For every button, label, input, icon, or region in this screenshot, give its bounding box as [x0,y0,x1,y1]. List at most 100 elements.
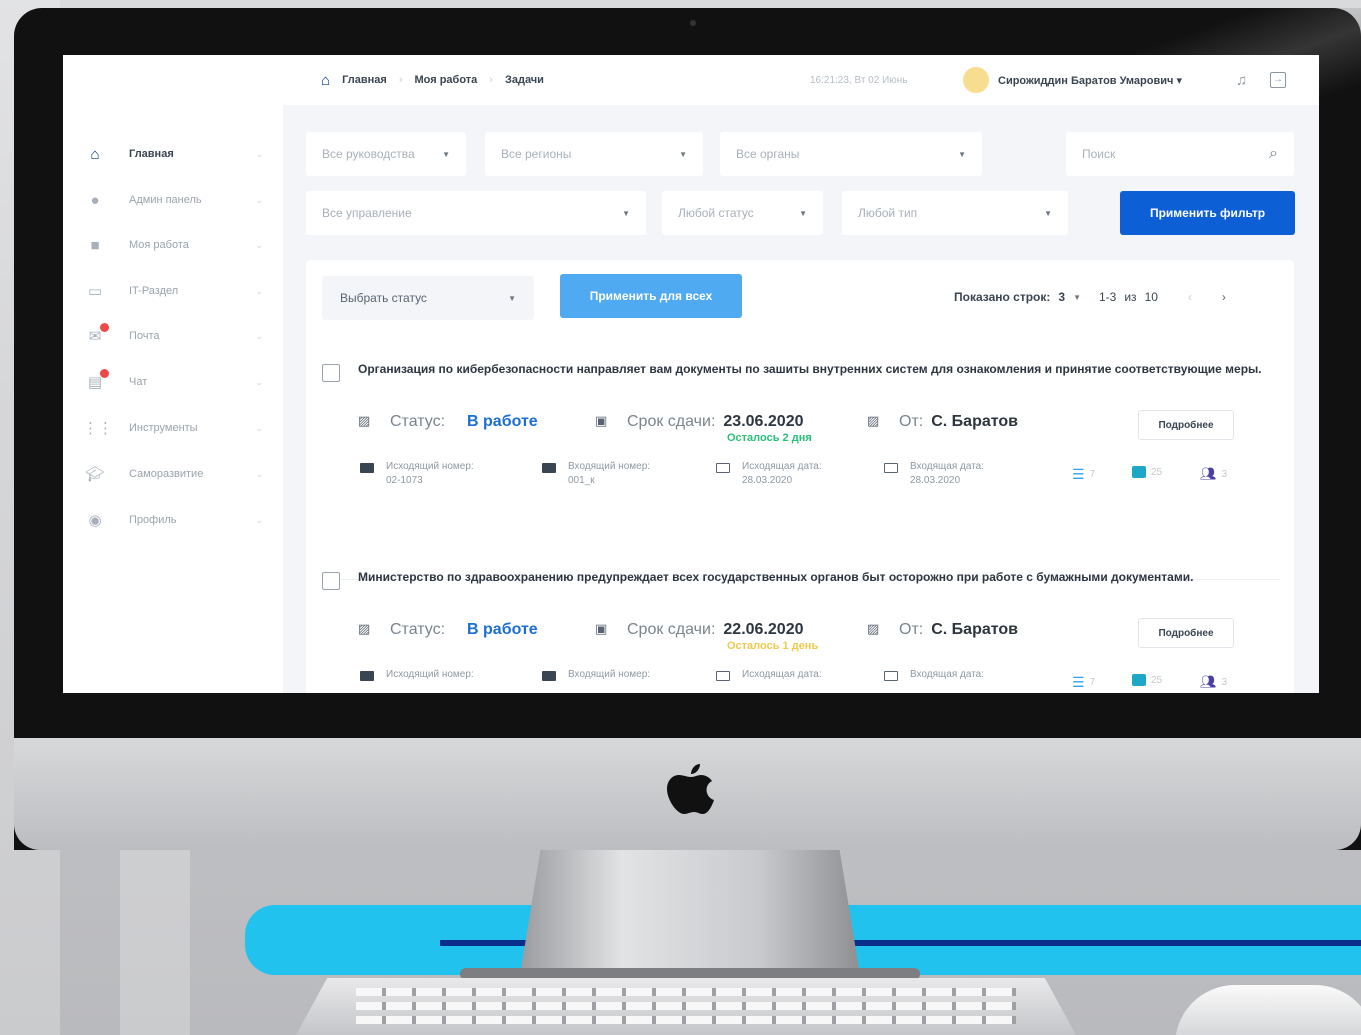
management-select[interactable]: Все управление ▼ [306,191,646,235]
incoming-number-label: Входящий номер: [568,461,651,472]
regions-select[interactable]: Все регионы ▼ [485,132,703,176]
calendar-icon [884,463,898,473]
status-value: В работе [467,621,538,638]
leadership-select-value: Все руководства [322,147,415,161]
from-value: С. Баратов [931,413,1018,430]
caret-down-icon: ▼ [958,149,966,159]
topbar: ⌂ Главная › Моя работа › Задачи 16:21:23… [283,55,1319,105]
chevron-down-icon: ⌄ [255,514,263,525]
document-icon [542,671,556,681]
type-select[interactable]: Любой тип ▼ [842,191,1068,235]
task-checkbox[interactable] [322,572,340,590]
subtasks-counter[interactable]: ☰ 7 [1072,674,1095,691]
monitor-stand [520,850,860,975]
home-icon[interactable]: ⌂ [321,72,330,89]
outgoing-number-label: Исходящий номер: [386,669,474,680]
management-select-value: Все управление [322,206,412,220]
task-title[interactable]: Министерство по здравоохранению предупре… [358,568,1273,586]
task-status: ▨ Статус: В работе [358,621,538,639]
rows-label: Показано строк: [954,290,1051,304]
sidebar-item-tools[interactable]: ⋮⋮ Инструменты ⌄ [83,413,263,443]
search-placeholder: Поиск [1082,147,1116,161]
sidebar-item-admin[interactable]: ● Админ панель ⌄ [83,185,263,215]
task-from: ▨ От: С. Баратов [867,621,1018,639]
outgoing-number-label: Исходящий номер: [386,461,474,472]
keyboard [296,978,1076,1035]
calendar-icon [716,671,730,681]
caret-down-icon[interactable]: ▼ [1073,293,1081,302]
sidebar-item-chat[interactable]: ▤ Чат ⌄ [83,367,263,397]
incoming-number: Входящий номер: [542,668,650,682]
mouse [1175,985,1361,1035]
user-name: Сирожиддин Баратов Умарович [998,74,1174,87]
status-label: Статус: [390,413,446,430]
sidebar-item-label: Главная [129,148,174,160]
sidebar-item-label: Админ панель [129,194,202,206]
document-icon [542,463,556,473]
document-icon [360,671,374,681]
sidebar-item-my-work[interactable]: ■ Моя работа ⌄ [83,230,263,260]
apply-filter-button[interactable]: Применить фильтр [1120,191,1295,235]
sidebar-item-it[interactable]: ▭ IT-Раздел ⌄ [83,276,263,306]
caret-down-icon: ▼ [508,293,516,303]
status-filter-select[interactable]: Любой статус ▼ [662,191,823,235]
organs-select[interactable]: Все органы ▼ [720,132,982,176]
apply-all-button[interactable]: Применить для всех [560,274,742,318]
caret-down-icon: ▼ [1044,208,1052,218]
task-item: Министерство по здравоохранению предупре… [322,568,1282,693]
comments-counter[interactable]: 25 [1132,466,1162,478]
sidebar: ⌂ Главная ⌄ ● Админ панель ⌄ ■ Моя работ… [63,55,283,693]
task-title[interactable]: Организация по кибербезопасности направл… [358,360,1273,378]
calendar-icon: ▣ [595,413,608,428]
breadcrumb-my-work[interactable]: Моя работа [414,74,477,86]
chat-icon: ▤ [83,369,109,391]
breadcrumb-home[interactable]: Главная [342,74,387,86]
search-input[interactable]: Поиск ⌕ [1066,132,1294,176]
incoming-number-label: Входящий номер: [568,669,651,680]
organs-select-value: Все органы [736,147,800,161]
caret-down-icon: ▼ [799,208,807,218]
sidebar-item-self-development[interactable]: 🎓︎ Саморазвитие ⌄ [83,459,263,489]
type-select-value: Любой тип [858,206,918,220]
leadership-select[interactable]: Все руководства ▼ [306,132,466,176]
next-page-icon[interactable]: › [1222,290,1226,304]
logout-icon[interactable]: → [1270,72,1286,88]
chevron-down-icon: ⌄ [255,148,263,159]
pagination: Показано строк: 3 ▼ 1-3 из 10 ‹ › [954,290,1226,304]
incoming-date: Входящая дата: [884,668,984,682]
calendar-icon [716,463,730,473]
details-button[interactable]: Подробнее [1138,410,1234,440]
grid-icon: ⋮⋮ [83,420,113,437]
sidebar-item-profile[interactable]: ◉ Профиль ⌄ [83,505,263,535]
user-menu[interactable]: Сирожиддин Баратов Умарович ▾ [998,74,1182,87]
bulk-status-select[interactable]: Выбрать статус ▼ [322,276,534,320]
task-deadline: ▣ Срок сдачи: 23.06.2020 [595,413,803,431]
bell-icon[interactable]: ♫ [1236,72,1247,89]
chat-icon [1132,466,1146,478]
subtasks-counter[interactable]: ☰ 7 [1072,466,1095,483]
apple-logo-icon [667,764,714,814]
task-checkbox[interactable] [322,364,340,382]
prev-page-icon[interactable]: ‹ [1188,290,1192,304]
monitor-icon: ▭ [87,283,103,300]
sidebar-item-label: Чат [129,376,148,388]
details-button[interactable]: Подробнее [1138,618,1234,648]
rows-per-page-select[interactable]: 3 [1058,290,1065,304]
home-icon: ⌂ [90,145,100,163]
comments-counter[interactable]: 25 [1132,674,1162,686]
search-icon[interactable]: ⌕ [1269,145,1278,163]
avatar[interactable] [963,67,989,93]
comments-count: 25 [1151,674,1163,686]
outgoing-date-label: Исходящая дата: [742,669,822,680]
status-label: Статус: [390,621,446,638]
task-from: ▨ От: С. Баратов [867,413,1018,431]
task-panel: Выбрать статус ▼ Применить для всех Пока… [306,260,1294,693]
sidebar-item-mail[interactable]: ✉ Почта ⌄ [83,321,263,351]
sidebar-item-home[interactable]: ⌂ Главная ⌄ [83,139,263,169]
breadcrumb-separator: › [489,74,493,86]
participants-counter[interactable]: 👥︎ 3 [1200,674,1227,690]
participants-counter[interactable]: 👥︎ 3 [1200,466,1227,482]
sidebar-item-label: IT-Раздел [129,285,179,297]
deadline-label: Срок сдачи: [627,621,716,638]
from-label: От: [899,413,924,430]
